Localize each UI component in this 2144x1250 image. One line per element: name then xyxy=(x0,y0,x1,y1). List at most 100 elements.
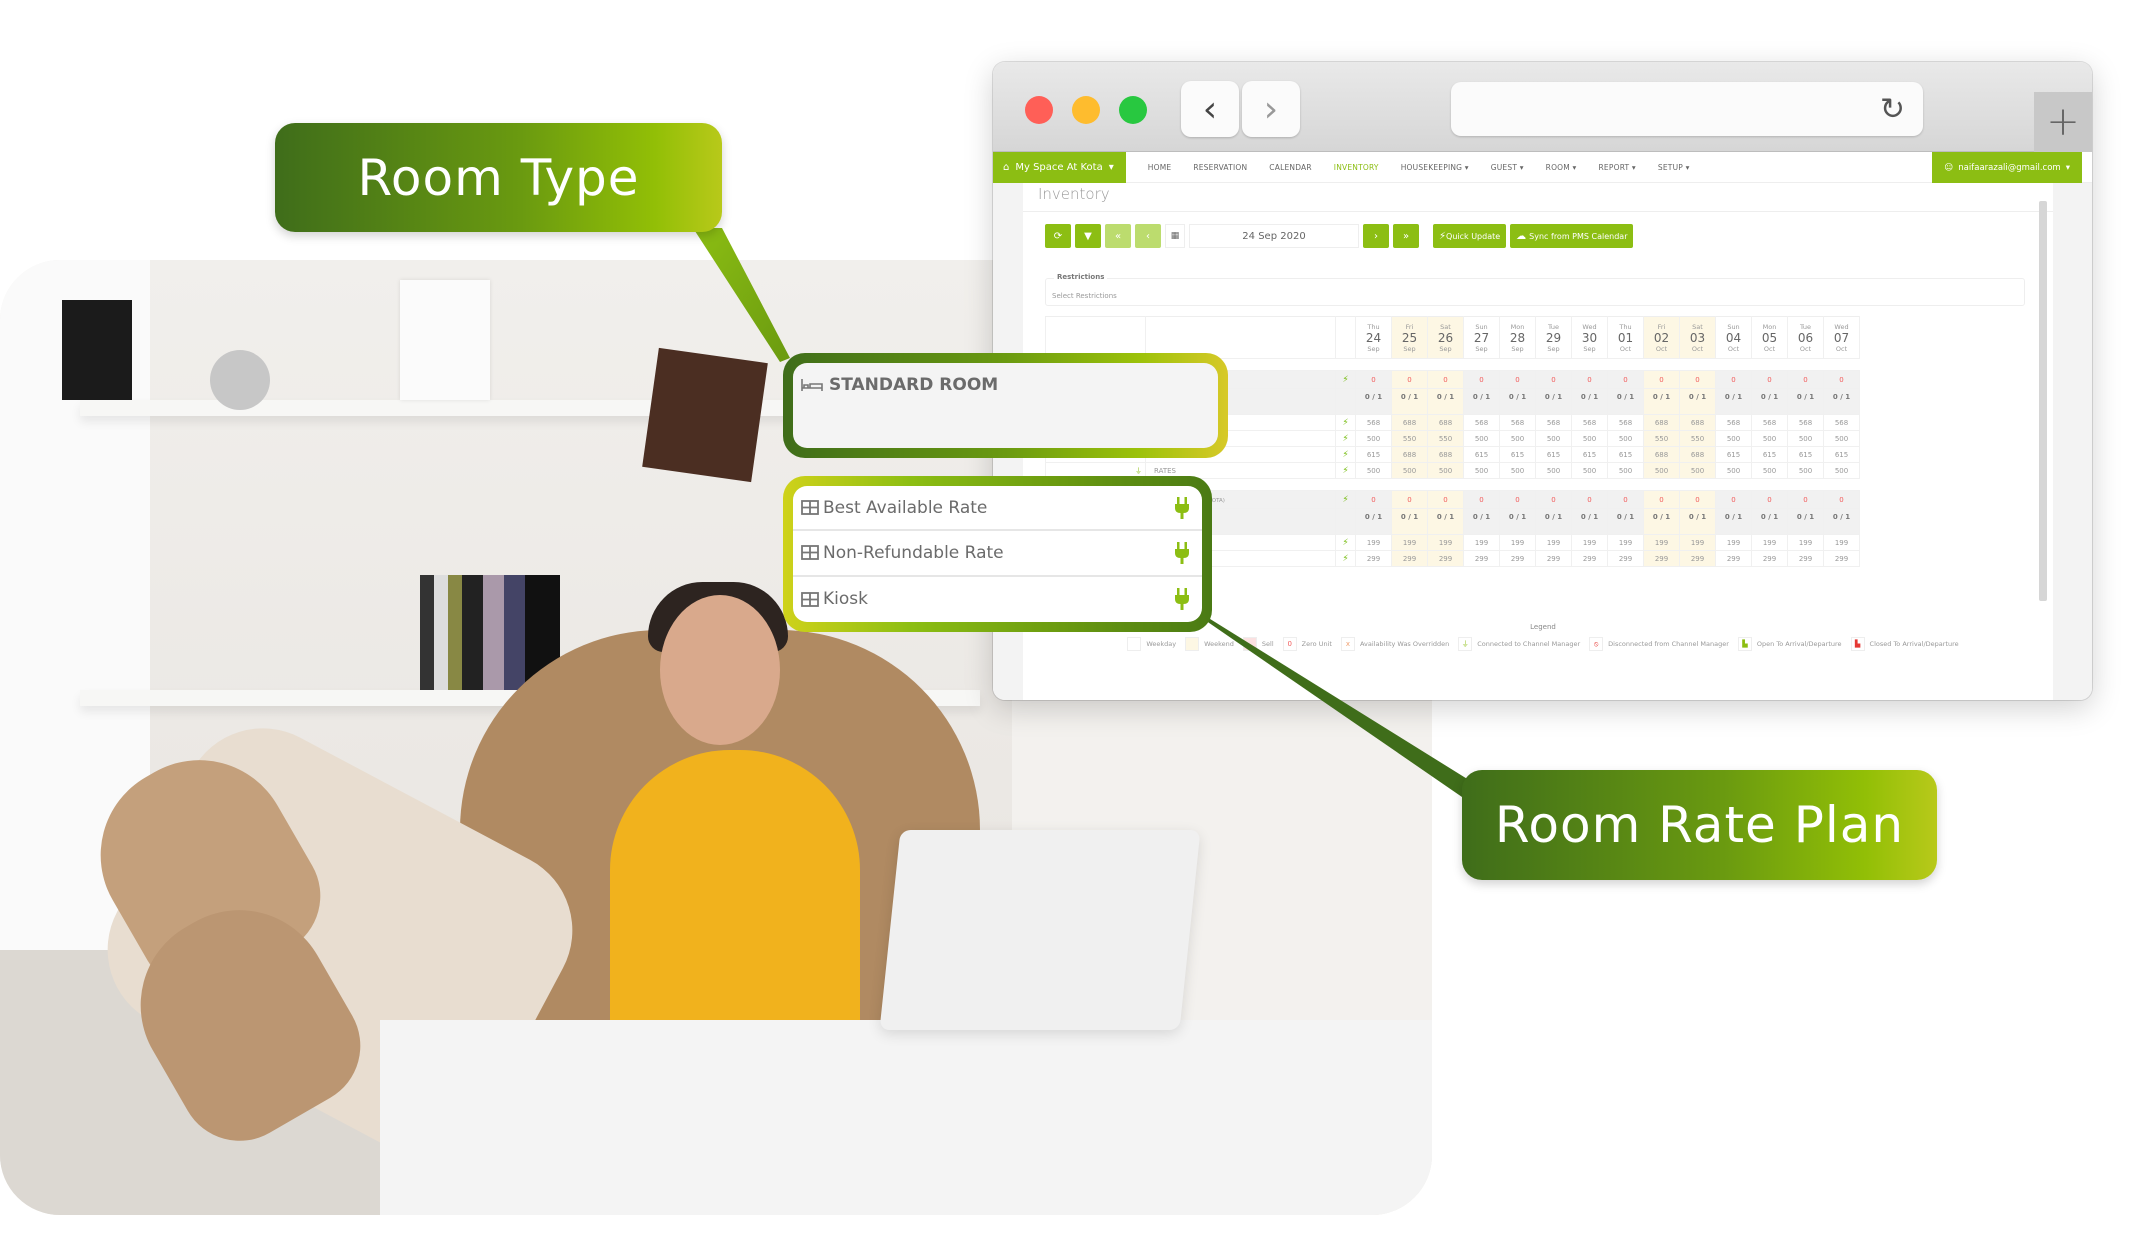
rate-cell[interactable]: 615 xyxy=(1499,446,1536,463)
availability-cell[interactable]: 0 xyxy=(1355,370,1392,389)
rate-cell[interactable]: 500 xyxy=(1607,430,1644,447)
rate-cell[interactable]: 500 xyxy=(1391,462,1428,479)
rate-cell[interactable]: 688 xyxy=(1643,446,1680,463)
rate-cell[interactable]: 500 xyxy=(1715,462,1752,479)
rate-cell[interactable]: 500 xyxy=(1643,462,1680,479)
availability-cell[interactable]: 0 xyxy=(1535,490,1572,509)
rate-cell[interactable]: 500 xyxy=(1571,462,1608,479)
availability-cell[interactable]: 0 xyxy=(1463,490,1500,509)
rate-cell[interactable]: 615 xyxy=(1715,446,1752,463)
rate-cell[interactable]: 568 xyxy=(1463,414,1500,431)
rate-cell[interactable]: 500 xyxy=(1535,462,1572,479)
rate-cell[interactable]: 615 xyxy=(1463,446,1500,463)
rate-cell[interactable]: 500 xyxy=(1463,462,1500,479)
rate-cell[interactable]: 199 xyxy=(1787,534,1824,551)
nav-inventory[interactable]: INVENTORY xyxy=(1334,163,1379,172)
rate-cell[interactable]: 199 xyxy=(1499,534,1536,551)
rate-cell[interactable]: 568 xyxy=(1499,414,1536,431)
rate-cell[interactable]: 688 xyxy=(1679,446,1716,463)
availability-cell[interactable]: 0 xyxy=(1607,370,1644,389)
rate-cell[interactable]: 500 xyxy=(1823,430,1860,447)
rate-plan-item[interactable]: Best Available Rate xyxy=(793,486,1202,532)
rate-cell[interactable]: 500 xyxy=(1499,462,1536,479)
rate-cell[interactable]: 500 xyxy=(1787,430,1824,447)
forward-button[interactable]: › xyxy=(1242,81,1300,137)
rate-cell[interactable]: 688 xyxy=(1427,446,1464,463)
date-input[interactable]: 24 Sep 2020 xyxy=(1189,224,1359,248)
rate-cell[interactable]: 500 xyxy=(1463,430,1500,447)
nav-reservation[interactable]: RESERVATION xyxy=(1193,163,1247,172)
availability-cell[interactable]: 0 xyxy=(1715,490,1752,509)
vertical-scrollbar[interactable] xyxy=(2039,201,2047,601)
rate-cell[interactable]: 299 xyxy=(1679,550,1716,567)
nav-home[interactable]: HOME xyxy=(1148,163,1172,172)
availability-cell[interactable]: 0 xyxy=(1787,370,1824,389)
rate-cell[interactable]: 500 xyxy=(1535,430,1572,447)
availability-cell[interactable]: 0 xyxy=(1391,490,1428,509)
rate-cell[interactable]: 500 xyxy=(1679,462,1716,479)
nav-guest[interactable]: GUEST ▾ xyxy=(1491,163,1524,172)
new-tab-button[interactable]: + xyxy=(2034,92,2092,152)
rate-cell[interactable]: 299 xyxy=(1787,550,1824,567)
rate-cell[interactable]: 615 xyxy=(1571,446,1608,463)
rate-cell[interactable]: 199 xyxy=(1391,534,1428,551)
rate-cell[interactable]: 299 xyxy=(1571,550,1608,567)
rate-cell[interactable]: 299 xyxy=(1499,550,1536,567)
bolt-icon[interactable]: ⚡ xyxy=(1335,490,1356,509)
rate-cell[interactable]: 299 xyxy=(1535,550,1572,567)
rate-cell[interactable]: 199 xyxy=(1715,534,1752,551)
availability-cell[interactable]: 0 xyxy=(1391,370,1428,389)
rate-cell[interactable]: 500 xyxy=(1571,430,1608,447)
rate-cell[interactable]: 500 xyxy=(1715,430,1752,447)
next-button[interactable]: › xyxy=(1363,224,1389,248)
availability-cell[interactable]: 0 xyxy=(1787,490,1824,509)
rate-cell[interactable]: 550 xyxy=(1427,430,1464,447)
rate-cell[interactable]: 500 xyxy=(1355,430,1392,447)
rate-cell[interactable]: 688 xyxy=(1679,414,1716,431)
rate-cell[interactable]: 615 xyxy=(1607,446,1644,463)
rate-cell[interactable]: 299 xyxy=(1607,550,1644,567)
rate-cell[interactable]: 299 xyxy=(1751,550,1788,567)
filter-button[interactable]: ▼ xyxy=(1075,224,1101,248)
rate-cell[interactable]: 500 xyxy=(1355,462,1392,479)
availability-cell[interactable]: 0 xyxy=(1499,370,1536,389)
availability-cell[interactable]: 0 xyxy=(1355,490,1392,509)
property-switcher[interactable]: ⌂ My Space At Kota ▾ xyxy=(993,151,1126,183)
rate-cell[interactable]: 500 xyxy=(1751,462,1788,479)
rate-cell[interactable]: 568 xyxy=(1751,414,1788,431)
close-window-button[interactable] xyxy=(1025,96,1053,124)
availability-cell[interactable]: 0 xyxy=(1427,490,1464,509)
maximize-window-button[interactable] xyxy=(1119,96,1147,124)
rate-cell[interactable]: 688 xyxy=(1427,414,1464,431)
rate-cell[interactable]: 688 xyxy=(1391,446,1428,463)
availability-cell[interactable]: 0 xyxy=(1679,490,1716,509)
sync-pms-button[interactable]: ☁ Sync from PMS Calendar xyxy=(1510,224,1634,248)
rate-cell[interactable]: 500 xyxy=(1499,430,1536,447)
rate-cell[interactable]: 199 xyxy=(1607,534,1644,551)
quick-update-button[interactable]: ⚡ Quick Update xyxy=(1433,224,1507,248)
bolt-icon[interactable]: ⚡ xyxy=(1335,446,1356,463)
rate-cell[interactable]: 688 xyxy=(1391,414,1428,431)
minimize-window-button[interactable] xyxy=(1072,96,1100,124)
nav-room[interactable]: ROOM ▾ xyxy=(1546,163,1577,172)
rate-cell[interactable]: 568 xyxy=(1607,414,1644,431)
rate-cell[interactable]: 615 xyxy=(1751,446,1788,463)
availability-cell[interactable]: 0 xyxy=(1571,490,1608,509)
bolt-icon[interactable]: ⚡ xyxy=(1335,534,1356,551)
rate-cell[interactable]: 199 xyxy=(1679,534,1716,551)
rate-cell[interactable]: 299 xyxy=(1391,550,1428,567)
address-bar[interactable]: ↻ xyxy=(1451,82,1923,136)
rate-cell[interactable]: 500 xyxy=(1751,430,1788,447)
rate-cell[interactable]: 500 xyxy=(1787,462,1824,479)
reload-icon[interactable]: ↻ xyxy=(1880,92,1905,127)
availability-cell[interactable]: 0 xyxy=(1427,370,1464,389)
rate-cell[interactable]: 500 xyxy=(1607,462,1644,479)
availability-cell[interactable]: 0 xyxy=(1679,370,1716,389)
availability-cell[interactable]: 0 xyxy=(1751,370,1788,389)
rate-cell[interactable]: 199 xyxy=(1355,534,1392,551)
rate-cell[interactable]: 568 xyxy=(1823,414,1860,431)
bolt-icon[interactable]: ⚡ xyxy=(1335,430,1356,447)
nav-calendar[interactable]: CALENDAR xyxy=(1269,163,1311,172)
rate-cell[interactable]: 688 xyxy=(1643,414,1680,431)
rate-cell[interactable]: 550 xyxy=(1679,430,1716,447)
